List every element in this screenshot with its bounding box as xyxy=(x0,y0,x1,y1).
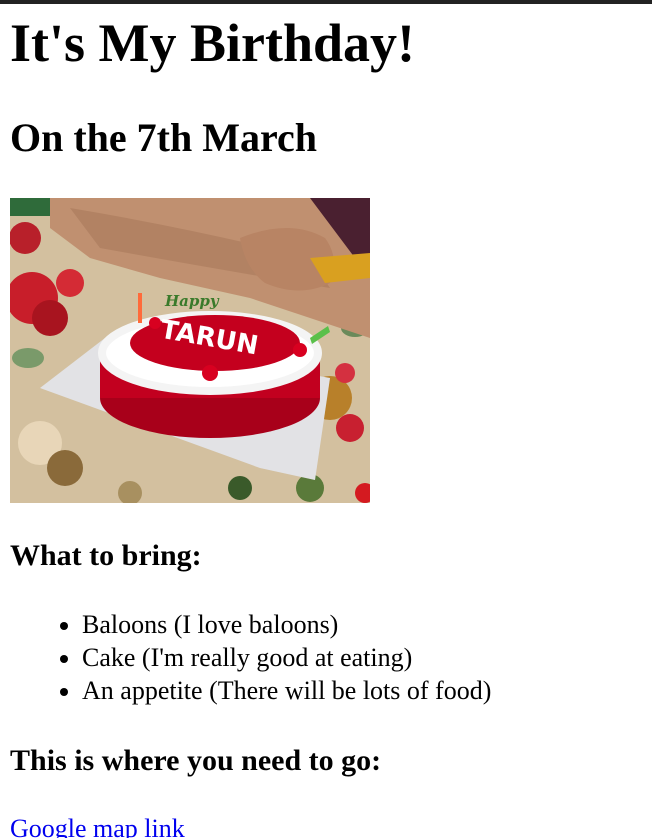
birthday-cake-photo: Happy TARUN xyxy=(10,198,370,503)
event-date-heading: On the 7th March xyxy=(10,115,318,160)
bring-list: Baloons (I love baloons) Cake (I'm reall… xyxy=(10,608,491,707)
window-top-border xyxy=(0,0,652,4)
list-item: An appetite (There will be lots of food) xyxy=(82,674,491,707)
list-item: Cake (I'm really good at eating) xyxy=(82,641,491,674)
cake-text-top: Happy xyxy=(164,292,220,310)
location-heading: This is where you need to go: xyxy=(10,744,382,777)
list-item: Baloons (I love baloons) xyxy=(82,608,491,641)
google-map-link[interactable]: Google map link xyxy=(10,812,185,838)
what-to-bring-heading: What to bring: xyxy=(10,539,202,572)
page-title: It's My Birthday! xyxy=(10,13,415,73)
